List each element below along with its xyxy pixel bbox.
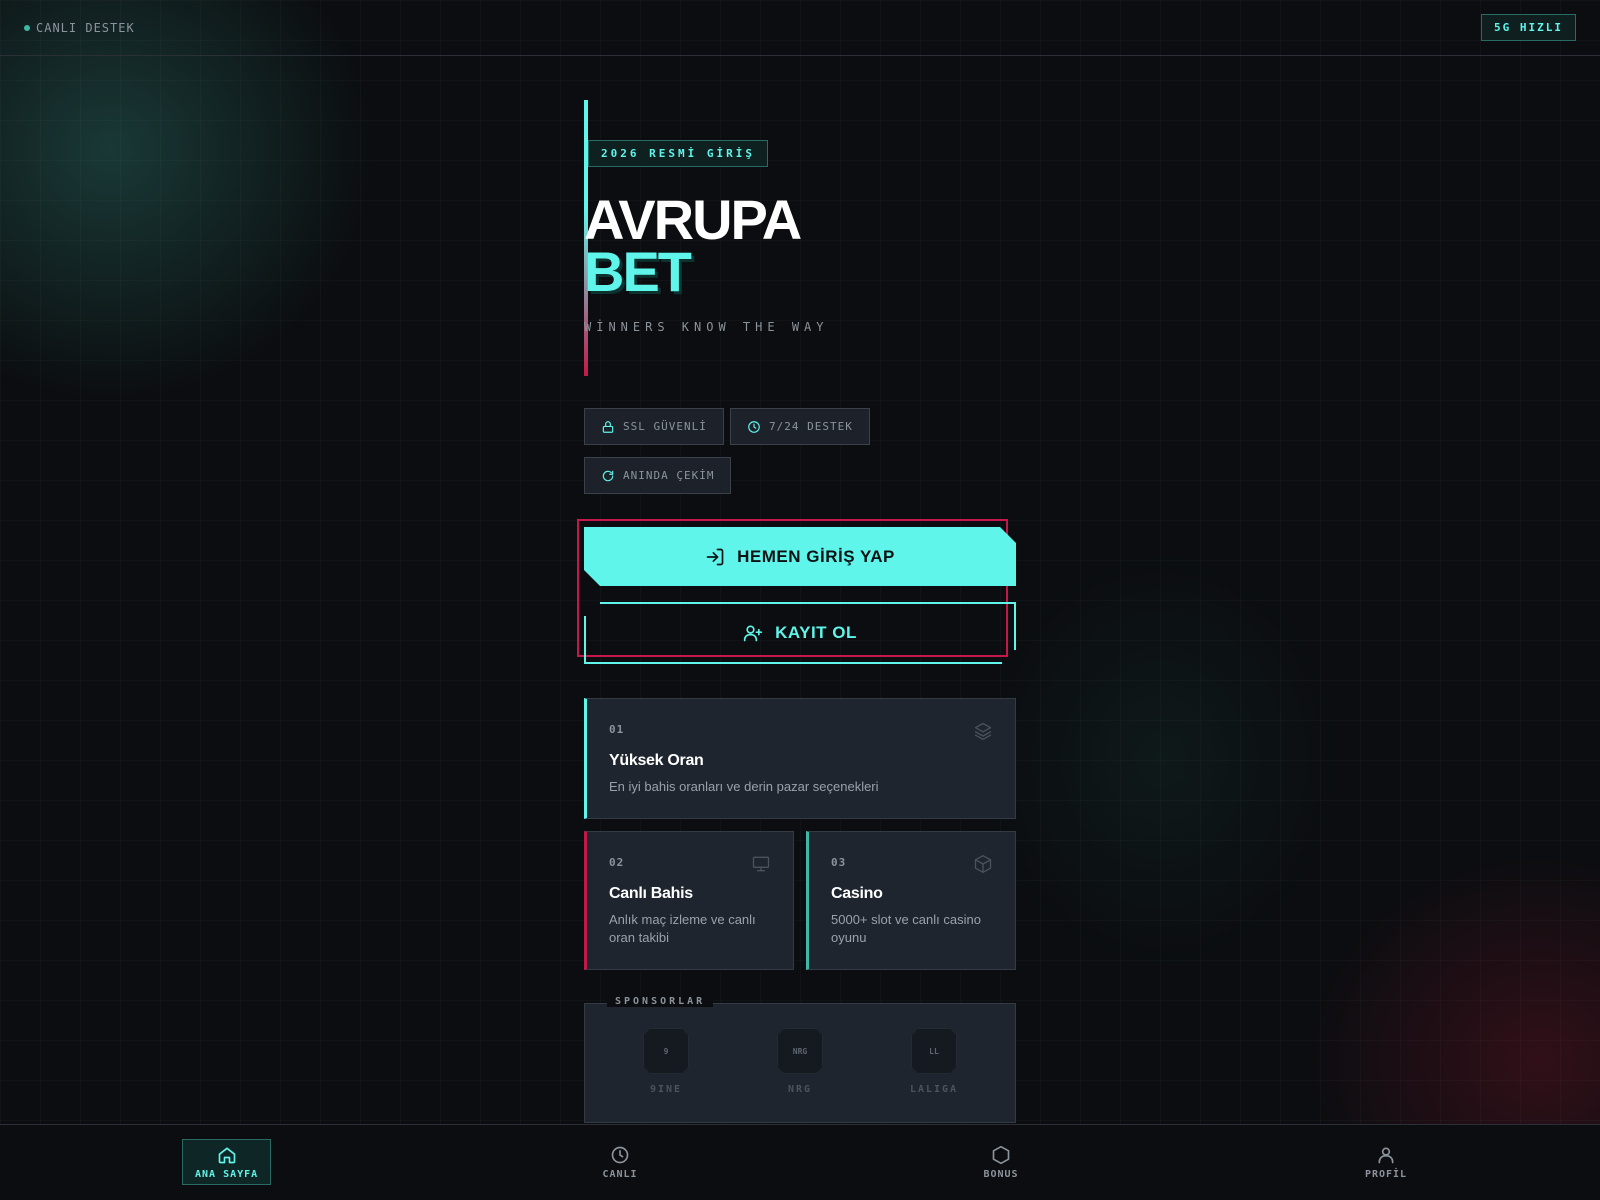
card-description: 5000+ slot ve canlı casino oyunu xyxy=(831,912,981,945)
brand-title-line2: BET xyxy=(584,240,692,303)
card-number: 01 xyxy=(609,723,625,736)
clock-icon xyxy=(748,420,760,433)
speed-badge: 5G HIZLI xyxy=(1481,14,1576,41)
chip-label: 7/24 DESTEK xyxy=(769,420,853,433)
live-support-link[interactable]: CANLI DESTEK xyxy=(24,21,135,35)
top-bar: CANLI DESTEK 5G HIZLI xyxy=(0,0,1600,56)
sponsor-name: NRG xyxy=(787,1084,813,1095)
nav-item-bonus[interactable]: BONUS xyxy=(971,1139,1031,1185)
card-description: Anlık maç izleme ve canlı oran takibi xyxy=(609,912,756,945)
sponsor-9ine[interactable]: 9 9INE xyxy=(621,1028,711,1095)
nav-label: PROFİL xyxy=(1364,1168,1408,1180)
card-title: Yüksek Oran xyxy=(609,752,704,769)
live-support-label: CANLI DESTEK xyxy=(36,20,135,35)
status-dot-icon xyxy=(24,24,30,31)
lock-icon xyxy=(602,420,614,433)
sponsor-name: LALIGA xyxy=(909,1084,959,1095)
card-title: Casino xyxy=(831,885,883,902)
cube-icon xyxy=(974,855,992,873)
sponsors-label: SPONSORLAR xyxy=(607,996,714,1007)
official-entry-tag: 2026 RESMİ GİRİŞ xyxy=(588,140,768,167)
login-button-label: HEMEN GİRİŞ YAP xyxy=(737,546,895,566)
sponsor-logo: LL xyxy=(911,1028,957,1074)
chip-label: ANINDA ÇEKİM xyxy=(623,469,715,482)
card-title: Canlı Bahis xyxy=(609,885,693,902)
chip-label: SSL GÜVENLİ xyxy=(623,420,707,433)
card-number: 02 xyxy=(609,856,625,869)
chip-ssl: SSL GÜVENLİ xyxy=(584,408,724,445)
feature-card-live-betting[interactable]: 02 Canlı Bahis Anlık maç izleme ve canlı… xyxy=(584,831,794,970)
feature-card-casino[interactable]: 03 Casino 5000+ slot ve canlı casino oyu… xyxy=(806,831,1016,970)
refresh-icon xyxy=(602,470,614,481)
clock-icon xyxy=(611,1146,629,1163)
home-icon xyxy=(218,1147,235,1163)
login-button[interactable]: HEMEN GİRİŞ YAP xyxy=(584,527,1016,586)
nav-item-live[interactable]: CANLI xyxy=(590,1139,650,1185)
hero: 2026 RESMİ GİRİŞ AVRUPA BET WİNNERS KNOW… xyxy=(584,100,824,376)
chip-support: 7/24 DESTEK xyxy=(730,408,870,445)
user-plus-icon xyxy=(743,625,763,642)
nav-label: CANLI xyxy=(602,1168,638,1180)
register-border xyxy=(584,616,586,664)
card-number: 03 xyxy=(831,856,847,869)
bottom-nav: ANA SAYFA CANLI BONUS PROFİL xyxy=(0,1124,1600,1200)
sponsors-panel: SPONSORLAR 9 9INE NRG NRG LL LALIGA xyxy=(584,996,1016,1123)
sponsor-laliga[interactable]: LL LALIGA xyxy=(889,1028,979,1095)
sponsor-logo: NRG xyxy=(777,1028,823,1074)
card-description: En iyi bahis oranları ve derin pazar seç… xyxy=(609,779,879,794)
monitor-icon xyxy=(752,856,770,872)
login-icon xyxy=(705,547,725,567)
chip-withdraw: ANINDA ÇEKİM xyxy=(584,457,732,494)
slogan: WİNNERS KNOW THE WAY xyxy=(584,320,829,334)
feature-card-high-odds[interactable]: 01 Yüksek Oran En iyi bahis oranları ve … xyxy=(584,698,1016,819)
register-border xyxy=(1014,602,1016,650)
nav-item-profile[interactable]: PROFİL xyxy=(1356,1139,1416,1185)
sponsor-name: 9INE xyxy=(649,1084,683,1095)
user-icon xyxy=(1378,1147,1394,1163)
register-border xyxy=(584,662,1002,664)
sponsor-nrg[interactable]: NRG NRG xyxy=(755,1028,845,1095)
nav-label: BONUS xyxy=(983,1168,1019,1180)
nav-label: ANA SAYFA xyxy=(195,1168,259,1180)
register-border xyxy=(600,602,1016,604)
hexagon-icon xyxy=(992,1145,1010,1164)
layers-icon xyxy=(974,722,992,740)
register-button[interactable]: KAYIT OL xyxy=(584,602,1016,664)
nav-item-home[interactable]: ANA SAYFA xyxy=(182,1139,272,1185)
register-button-label: KAYIT OL xyxy=(775,623,857,642)
sponsor-logo: 9 xyxy=(643,1028,689,1074)
